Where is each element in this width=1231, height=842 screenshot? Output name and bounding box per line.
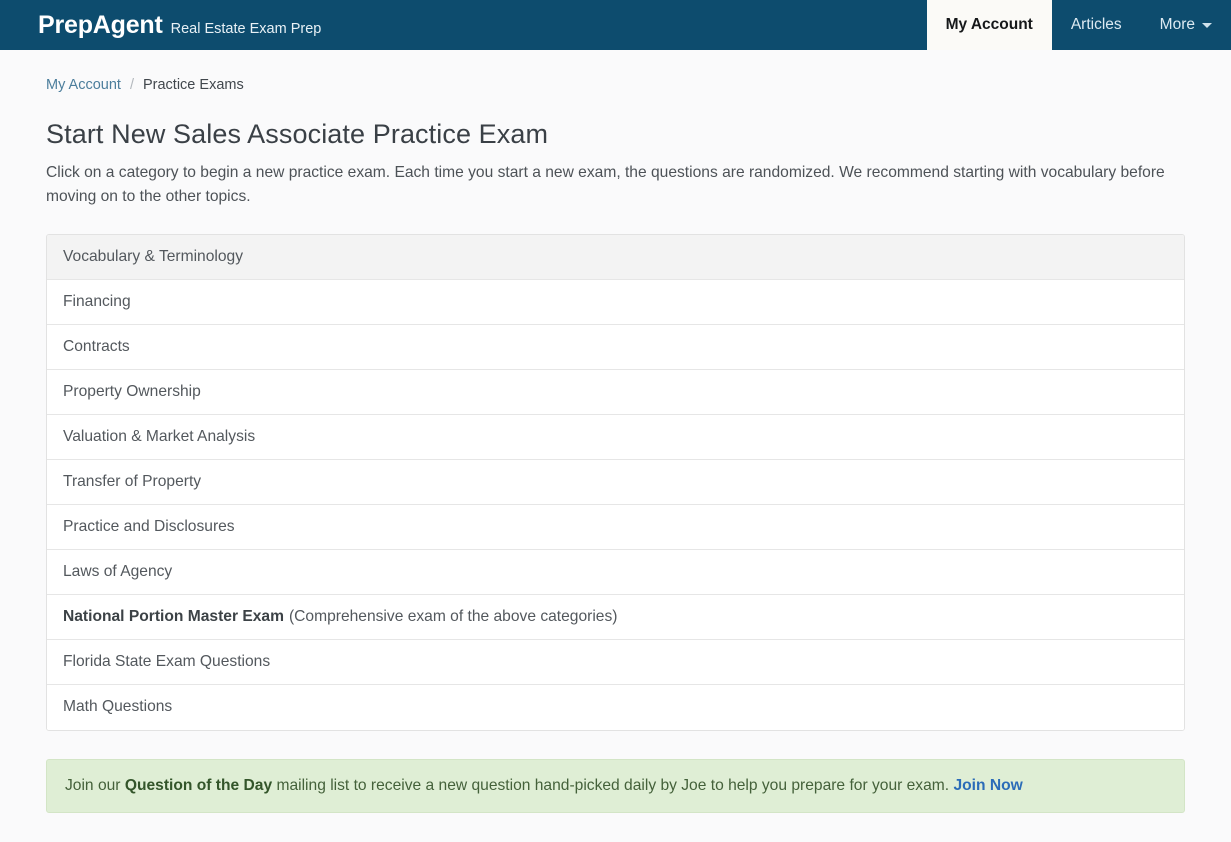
category-item-financing[interactable]: Financing [47, 280, 1184, 325]
main-navigation: My Account Articles More [927, 0, 1231, 50]
category-item-valuation-market-analysis[interactable]: Valuation & Market Analysis [47, 415, 1184, 460]
practice-exam-category-list: Vocabulary & Terminology Financing Contr… [46, 234, 1185, 731]
category-label: Laws of Agency [63, 563, 172, 581]
promo-strong-text: Question of the Day [125, 777, 272, 794]
breadcrumb: My Account / Practice Exams [46, 50, 1185, 93]
category-label: National Portion Master Exam [63, 608, 284, 626]
page-title: Start New Sales Associate Practice Exam [46, 119, 1185, 150]
promo-text-before: Join our [65, 777, 120, 794]
category-label: Math Questions [63, 698, 172, 716]
category-label: Property Ownership [63, 383, 201, 401]
category-note: (Comprehensive exam of the above categor… [289, 608, 618, 626]
join-now-link[interactable]: Join Now [953, 777, 1022, 794]
category-item-transfer-of-property[interactable]: Transfer of Property [47, 460, 1184, 505]
category-label: Contracts [63, 338, 130, 356]
category-item-contracts[interactable]: Contracts [47, 325, 1184, 370]
breadcrumb-link-my-account[interactable]: My Account [46, 78, 121, 93]
category-label: Florida State Exam Questions [63, 653, 270, 671]
category-item-laws-of-agency[interactable]: Laws of Agency [47, 550, 1184, 595]
site-header: PrepAgent Real Estate Exam Prep My Accou… [0, 0, 1231, 50]
page-container: My Account / Practice Exams Start New Sa… [0, 50, 1231, 813]
page-description: Click on a category to begin a new pract… [46, 161, 1185, 209]
chevron-down-icon [1202, 23, 1212, 28]
category-item-vocabulary-terminology[interactable]: Vocabulary & Terminology [47, 235, 1184, 280]
category-label: Vocabulary & Terminology [63, 248, 243, 266]
breadcrumb-current: Practice Exams [143, 78, 244, 93]
question-of-the-day-banner: Join our Question of the Day mailing lis… [46, 759, 1185, 813]
nav-label-my-account: My Account [946, 16, 1033, 34]
brand-logo[interactable]: PrepAgent Real Estate Exam Prep [0, 13, 321, 38]
category-item-practice-and-disclosures[interactable]: Practice and Disclosures [47, 505, 1184, 550]
category-label: Practice and Disclosures [63, 518, 235, 536]
category-item-math-questions[interactable]: Math Questions [47, 685, 1184, 730]
category-item-national-portion-master-exam[interactable]: National Portion Master Exam (Comprehens… [47, 595, 1184, 640]
nav-label-articles: Articles [1071, 16, 1122, 34]
promo-text-after: mailing list to receive a new question h… [276, 777, 949, 794]
category-label: Financing [63, 293, 131, 311]
breadcrumb-separator: / [130, 78, 134, 93]
category-item-florida-state-exam-questions[interactable]: Florida State Exam Questions [47, 640, 1184, 685]
category-item-property-ownership[interactable]: Property Ownership [47, 370, 1184, 415]
brand-name: PrepAgent [38, 13, 163, 38]
brand-tagline: Real Estate Exam Prep [171, 22, 322, 37]
category-label: Transfer of Property [63, 473, 201, 491]
nav-item-more[interactable]: More [1141, 0, 1231, 50]
nav-label-more: More [1160, 16, 1195, 34]
nav-item-articles[interactable]: Articles [1052, 0, 1141, 50]
nav-item-my-account[interactable]: My Account [927, 0, 1052, 50]
category-label: Valuation & Market Analysis [63, 428, 255, 446]
